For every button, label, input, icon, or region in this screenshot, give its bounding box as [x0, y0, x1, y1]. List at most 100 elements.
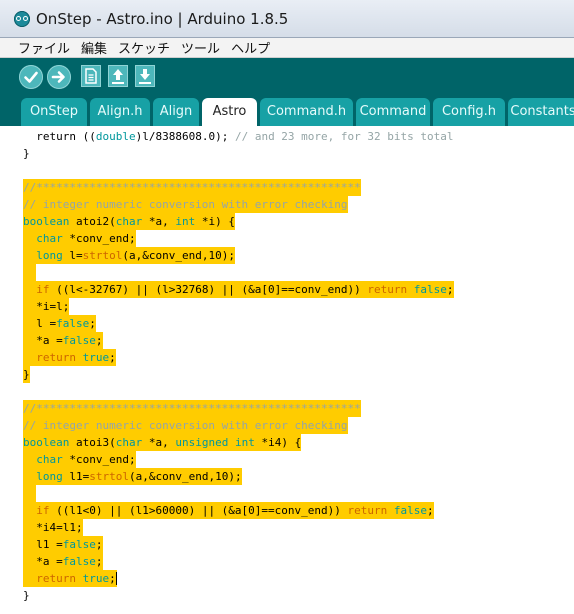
code-token: *i4) { [254, 436, 302, 449]
save-sketch-button[interactable] [135, 65, 155, 87]
code-line: return true; [23, 349, 116, 366]
code-token: ; [95, 334, 103, 347]
code-token: char [36, 232, 63, 245]
code-line: if ((l1<0) || (l1>60000) || (&a[0]==conv… [23, 502, 434, 519]
code-token: int [234, 436, 255, 449]
open-sketch-button[interactable] [108, 65, 128, 87]
tab-align-h[interactable]: Align.h [90, 98, 150, 126]
code-line: } [23, 587, 30, 604]
tab-align[interactable]: Align [153, 98, 199, 126]
code-token: //**************************************… [23, 181, 361, 194]
code-token: *a = [23, 555, 63, 568]
code-token: return [367, 283, 408, 296]
tab-config-h[interactable]: Config.h [433, 98, 505, 126]
tab-command-h[interactable]: Command.h [260, 98, 353, 126]
menu-file[interactable]: ファイル [18, 38, 70, 57]
code-line: if ((l<-32767) || (l>32768) || (&a[0]==c… [23, 281, 454, 298]
tab-bar: OnStep Align.h Align Astro Command.h Com… [0, 98, 574, 126]
code-token: false [62, 334, 96, 347]
save-icon [139, 69, 151, 84]
code-token: false [62, 555, 96, 568]
toolbar [0, 58, 574, 98]
code-token: ; [446, 283, 454, 296]
open-icon [112, 69, 124, 84]
text-caret [115, 572, 117, 585]
code-token: ; [109, 351, 116, 364]
code-token: return [36, 572, 76, 585]
code-token: ((l<-32767) || (l>32768) || (&a[0]==conv… [49, 283, 368, 296]
code-line: //**************************************… [23, 179, 361, 196]
code-token: long [36, 249, 63, 262]
code-token: true [82, 351, 110, 364]
code-token: return [347, 504, 388, 517]
code-token: *a, [142, 436, 176, 449]
code-token: true [82, 572, 110, 585]
new-sketch-button[interactable] [81, 65, 101, 87]
code-editor[interactable]: return ((double)l/8388608.0); // and 23 … [0, 126, 574, 614]
arduino-logo-icon [14, 11, 30, 27]
menu-sketch[interactable]: スケッチ [118, 38, 170, 57]
code-token: ; [95, 538, 103, 551]
code-token: )l/8388608.0); [135, 130, 235, 143]
verify-icon [24, 71, 38, 83]
upload-icon [51, 71, 65, 83]
code-token: l1= [62, 470, 90, 483]
upload-button[interactable] [47, 65, 71, 89]
verify-button[interactable] [19, 65, 43, 89]
code-token: ; [89, 317, 96, 330]
code-token: //**************************************… [23, 402, 361, 415]
code-token: *conv_end; [62, 232, 136, 245]
code-line: // integer numeric conversion with error… [23, 196, 348, 213]
code-token: } [23, 589, 30, 602]
tab-command[interactable]: Command [356, 98, 430, 126]
code-token: ; [427, 504, 434, 517]
window-title: OnStep - Astro.ino | Arduino 1.8.5 [36, 10, 289, 28]
tab-astro[interactable]: Astro [202, 98, 257, 126]
code-token: l = [23, 317, 57, 330]
code-line: *i4=l1; [23, 519, 83, 536]
code-token: false [393, 504, 428, 517]
tab-onstep[interactable]: OnStep [21, 98, 87, 126]
code-token: // and 23 more, for 32 bits total [234, 130, 454, 143]
code-line: *a =false; [23, 553, 103, 570]
code-token: ; [95, 555, 103, 568]
code-token: int [175, 215, 196, 228]
window-title-bar: OnStep - Astro.ino | Arduino 1.8.5 [0, 0, 574, 38]
code-token: return (( [23, 130, 96, 143]
code-token: // integer numeric conversion with error… [23, 419, 348, 432]
code-token: strtol [89, 470, 129, 483]
code-token: } [23, 147, 30, 160]
code-token: *i=l; [23, 300, 70, 313]
code-token: strtol [82, 249, 123, 262]
code-token: false [62, 538, 96, 551]
menu-edit[interactable]: 編集 [81, 38, 107, 57]
code-token: } [23, 368, 30, 381]
code-line: *i=l; [23, 298, 70, 315]
menu-help[interactable]: ヘルプ [231, 38, 270, 57]
code-line: char *conv_end; [23, 230, 136, 247]
code-line: l1 =false; [23, 536, 103, 553]
tab-constants[interactable]: Constants [508, 98, 574, 126]
code-line: //**************************************… [23, 400, 361, 417]
code-line: long l=strtol(a,&conv_end,10); [23, 247, 235, 264]
menu-tools[interactable]: ツール [181, 38, 220, 57]
code-token: boolean [23, 436, 70, 449]
code-token: *a = [23, 334, 63, 347]
code-token: *i4=l1; [23, 521, 83, 534]
code-token: l= [62, 249, 83, 262]
code-token: l1 = [23, 538, 63, 551]
code-token: *conv_end; [62, 453, 136, 466]
